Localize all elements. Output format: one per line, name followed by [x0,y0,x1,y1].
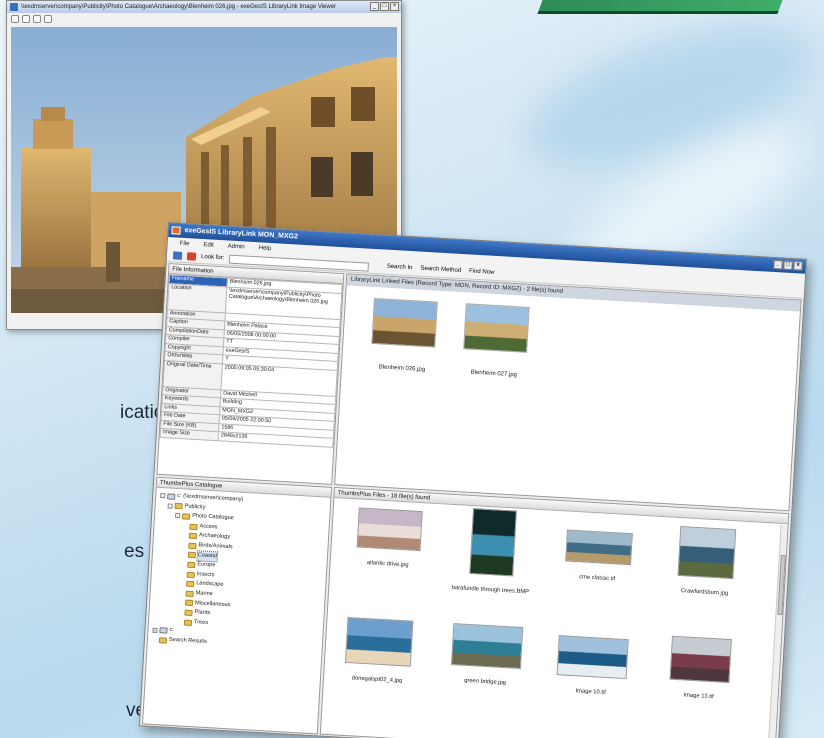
thumbnail-image [556,635,629,680]
folder-icon [184,599,194,607]
thumbsplus-file-label: barafundle through trees.BMP [451,584,530,596]
vertical-scrollbar[interactable] [767,524,788,738]
thumbsplus-file-thumb[interactable]: Image 10.tif [546,635,639,698]
search-method-dropdown[interactable]: Search Method [420,266,461,274]
thumbsplus-files-pane: ThumbsPlus Files - 18 file(s) found atla… [319,486,790,738]
thumbsplus-file-label: green bridge.jpg [463,677,507,687]
catalogue-tree-pane: ThumbsPlus Catalogue - c: (\\exdmserver\c… [142,476,333,735]
linked-file-thumb[interactable]: Blenheim 026.jpg [362,297,446,374]
folder-icon [158,636,168,644]
collapse-icon[interactable]: - [167,503,173,509]
thumbsplus-file-thumb[interactable]: Crawfordsburn.jpg [659,525,753,598]
folder-icon [186,571,195,578]
thumbnail-image [469,508,517,577]
file-info-key: Location [167,283,227,313]
drive-icon [159,627,168,634]
folder-icon [188,542,197,549]
app-title: exeGesIS LibraryLink MON_MXG2 [184,226,299,241]
thumbnail-image [344,616,414,667]
folder-icon [188,532,198,540]
thumbsplus-file-thumb[interactable]: Image 13.tif [653,635,746,702]
actual-size-icon[interactable] [44,15,52,23]
maximize-button[interactable]: □ [380,2,389,11]
menu-edit[interactable]: Edit [203,239,214,252]
find-now-button[interactable]: Find Now [469,268,495,275]
app-icon [171,226,181,235]
search-in-dropdown[interactable]: Search In [387,264,413,271]
view-icon[interactable] [172,251,183,260]
thumbnail-image [356,507,423,552]
librarylink-window: exeGesIS LibraryLink MON_MXG2 _ □ × File… [138,222,807,738]
image-viewer-titlebar: \\exdmserver\company\Publicity\Photo Cat… [7,1,401,13]
thumbsplus-file-label: donegalspt02_4.jpg [351,675,403,685]
tree-node-label: Publicity [184,503,206,511]
red-tool-icon[interactable] [186,252,197,261]
zoom-out-icon[interactable] [11,15,19,23]
folder-icon [187,561,196,569]
thumbsplus-file-label: Image 13.tif [683,692,714,701]
folder-icon [187,552,197,559]
zoom-in-icon[interactable] [22,15,30,23]
close-button[interactable]: × [390,2,399,11]
tree-node-label: Trees [193,618,209,626]
linked-files-pane: LibraryLink Linked Files (Record Type: M… [334,273,802,512]
menu-help[interactable]: Help [258,242,271,255]
minimize-button[interactable]: _ [773,259,783,270]
folder-tree: - c: (\\exdmserver\company) - Publicity - Pho… [148,488,331,654]
folder-icon [183,619,193,626]
folder-icon [186,580,195,588]
fit-icon[interactable] [33,15,41,23]
folder-icon [185,590,194,597]
maximize-button[interactable]: □ [783,260,793,271]
folder-icon [174,503,183,510]
menu-file[interactable]: File [179,238,190,251]
scrollbar-thumb[interactable] [777,554,786,616]
tree-node-label: Search Results [168,636,208,645]
app-icon [10,3,18,11]
thumbsplus-file-label: Image 10.tif [575,688,606,696]
thumbnail-image [669,635,732,684]
linked-file-label: Blenheim 027.jpg [470,369,518,379]
collapse-icon[interactable]: - [174,513,181,519]
minimize-button[interactable]: _ [370,2,379,11]
image-viewer-toolbar [7,13,401,25]
thumbsplus-file-thumb[interactable]: cme classic.tif [552,529,645,584]
tree-node-label: c: [169,627,175,634]
file-information-table: Filename Blenheim 026.jpg Location \\exdmse… [160,274,343,447]
file-info-key: Original Date/Time [163,360,223,390]
linked-file-thumb[interactable]: Blenheim 027.jpg [454,303,538,379]
thumbsplus-file-thumb[interactable]: atlantic drive.jpg [343,507,436,570]
thumbnail-image [463,303,530,353]
collapse-icon[interactable]: - [160,493,166,499]
thumbsplus-file-label: cme classic.tif [579,574,616,583]
thumbnail-image [677,525,737,580]
folder-icon [184,609,193,616]
thumbnail-image [371,297,438,348]
thumbsplus-file-label: atlantic drive.jpg [366,560,409,569]
thumbnail-image [565,529,633,566]
thumbnail-image [450,623,524,670]
thumbsplus-file-label: Crawfordsburn.jpg [680,588,729,597]
linked-file-label: Blenheim 026.jpg [378,364,426,374]
thumbsplus-file-thumb[interactable]: barafundle through trees.BMP [445,507,540,596]
thumbsplus-file-thumb[interactable]: green bridge.jpg [440,623,533,688]
file-information-pane: File Information Filename Blenheim 026.jp… [156,263,345,485]
image-viewer-title: \\exdmserver\company\Publicity\Photo Cat… [21,4,337,10]
green-banner-corner [537,0,783,14]
close-button[interactable]: × [793,261,803,271]
page-text-fragment: es [124,541,145,562]
menu-admin[interactable]: Admin [227,240,245,253]
drive-icon [167,493,176,500]
folder-icon [189,523,198,530]
folder-icon [181,513,191,520]
expand-icon[interactable]: + [152,627,158,633]
thumbsplus-file-thumb[interactable]: donegalspt02_4.jpg [332,616,426,685]
look-for-label: Look for: [200,253,225,262]
